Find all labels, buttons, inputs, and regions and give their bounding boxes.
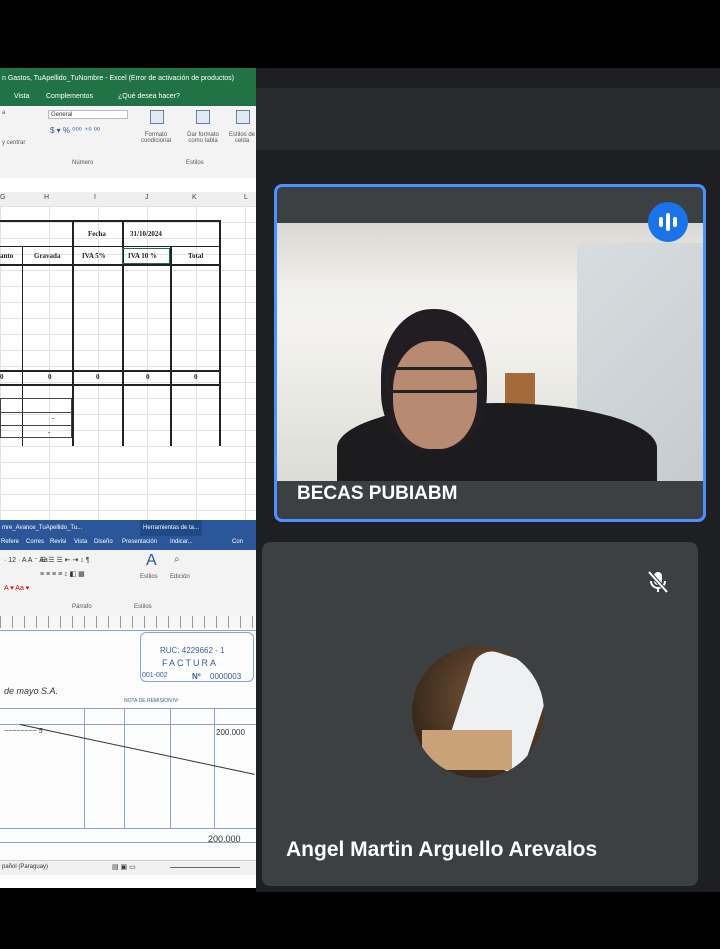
excel-ribbon: a y centrar General $ ▾ % ⁰⁰⁰ ⁺⁰ ⁰⁰ Núme…: [0, 106, 256, 179]
word-title: mre_Avance_TuApellido_Tu...: [2, 525, 83, 531]
invoice-serial: 001-002: [142, 672, 168, 679]
tell-me-input[interactable]: ¿Qué desea hacer?: [118, 93, 180, 100]
number-prefix: Nº: [192, 672, 201, 681]
col-header[interactable]: I: [94, 194, 96, 201]
merge-center-label[interactable]: y centrar: [2, 140, 25, 146]
tell-me-input[interactable]: Indicar...: [170, 539, 193, 545]
table-tools-label: Herramientas de ta...: [140, 520, 203, 536]
word-status-bar: pañol (Paraguay) ▤ ▣ ▭: [0, 860, 256, 875]
styles-group-label: Estilos: [134, 604, 152, 610]
share-button[interactable]: Con: [232, 539, 243, 545]
menu-complementos[interactable]: Complementos: [46, 93, 93, 100]
col-header[interactable]: K: [192, 194, 197, 201]
font-color-button[interactable]: A ▾ Aa ▾: [4, 584, 29, 592]
tab-referencias[interactable]: Refere: [1, 539, 19, 545]
ruc-text: RUC: 4229662 - 1: [160, 646, 225, 655]
number-format-select[interactable]: General: [48, 110, 128, 119]
formula-bar[interactable]: [0, 178, 256, 193]
header-cell: IVA 10 %: [128, 252, 158, 260]
col-header[interactable]: J: [145, 194, 149, 201]
total-amount: 200.000: [208, 834, 241, 844]
total-cell: 0: [0, 373, 4, 381]
search-icon[interactable]: ⌕: [174, 554, 180, 565]
conditional-format-icon[interactable]: [150, 110, 164, 124]
header-cell: IVA 5%: [82, 252, 106, 260]
remission-label: NOTA DE REMISION Nº: [124, 698, 179, 704]
tab-revisar[interactable]: Revisi: [50, 539, 66, 545]
total-cell: 0: [146, 373, 150, 381]
invoice-type: FACTURA: [162, 658, 219, 668]
meet-top-bar: [256, 88, 720, 150]
format-table-label[interactable]: Dar formato como tabla: [182, 132, 224, 144]
conditional-format-label[interactable]: Formato condicional: [136, 132, 176, 144]
total-cell: 0: [48, 373, 52, 381]
invoice-number: 0000003: [210, 672, 242, 681]
styles-button[interactable]: Estilos: [140, 574, 158, 580]
tab-correspondencia[interactable]: Corres: [26, 539, 44, 545]
tab-diseno[interactable]: Diseño: [94, 539, 113, 545]
item-description: ~~~~~~~~ 5: [4, 728, 43, 735]
zoom-slider[interactable]: [170, 867, 240, 868]
header-cell: anto: [0, 252, 14, 260]
dash-cell: -: [52, 414, 55, 422]
date-value: 31/10/2024: [130, 230, 162, 238]
column-headers: G H I J K L: [0, 192, 256, 207]
format-table-icon[interactable]: [196, 110, 210, 124]
participant-name: Angel Martin Arguello Arevalos: [286, 838, 598, 861]
word-title-bar: mre_Avance_TuApellido_Tu... Herramientas…: [0, 520, 256, 536]
editing-button[interactable]: Edición: [170, 574, 190, 580]
customer-name: de mayo S.A.: [4, 686, 59, 696]
speaking-indicator-icon: [648, 202, 688, 242]
participant-tile-active[interactable]: BECAS PUBIABM: [274, 184, 706, 522]
currency-format-button[interactable]: $ ▾ % ⁰⁰⁰ ⁺⁰ ⁰⁰: [50, 126, 100, 135]
styles-group-label: Estilos: [186, 160, 204, 166]
paragraph-controls[interactable]: ☰ ☰ ☰ ⇤ ⇥ ↕ ¶: [40, 556, 90, 564]
tab-vista[interactable]: Vista: [74, 539, 87, 545]
avatar: [412, 646, 544, 778]
total-cell: 0: [194, 373, 198, 381]
word-tabs: Refere Corres Revisi Vista Diseño Presen…: [0, 536, 256, 550]
header-cell: Total: [188, 252, 204, 260]
item-amount: 200.000: [216, 728, 245, 737]
dash-cell: -: [48, 428, 51, 436]
header-cell: Gravada: [34, 252, 61, 260]
view-buttons[interactable]: ▤ ▣ ▭: [112, 863, 136, 871]
excel-window: n Gastos, TuApellido_TuNombre - Excel (E…: [0, 68, 256, 520]
total-cell: 0: [96, 373, 100, 381]
word-ribbon: · 12 · A A ⁻ Aa ☰ ☰ ☰ ⇤ ⇥ ↕ ¶ ≡ ≡ ≡ ≡ ↕ …: [0, 550, 256, 617]
excel-menu-bar: Vista Complementos ¿Qué desea hacer?: [0, 90, 256, 106]
col-header[interactable]: L: [244, 194, 248, 201]
summary-box: [0, 398, 72, 438]
cell-styles-label[interactable]: Estilos de celda: [226, 132, 256, 144]
fecha-label: Fecha: [88, 230, 106, 238]
participant-name: BECAS PUBIABM: [297, 483, 458, 504]
mic-off-icon: [644, 568, 672, 596]
paragraph-group-label: Párrafo: [72, 604, 92, 610]
styles-icon[interactable]: A: [146, 552, 157, 570]
cell-styles-icon[interactable]: [236, 110, 250, 124]
tab-presentacion[interactable]: Presentación: [122, 539, 157, 545]
col-header[interactable]: G: [0, 194, 5, 201]
number-group-label: Número: [72, 160, 94, 166]
menu-vista[interactable]: Vista: [14, 93, 29, 100]
word-window: mre_Avance_TuApellido_Tu... Herramientas…: [0, 520, 256, 888]
participant-video: [277, 223, 703, 481]
language-indicator[interactable]: pañol (Paraguay): [2, 864, 48, 870]
excel-title-bar: n Gastos, TuApellido_TuNombre - Excel (E…: [0, 68, 256, 90]
align-controls[interactable]: ≡ ≡ ≡ ≡ ↕ ◧ ▦: [40, 570, 85, 578]
document-page[interactable]: RUC: 4229662 - 1 FACTURA 001-002 Nº 0000…: [0, 628, 256, 878]
col-header[interactable]: H: [44, 194, 49, 201]
